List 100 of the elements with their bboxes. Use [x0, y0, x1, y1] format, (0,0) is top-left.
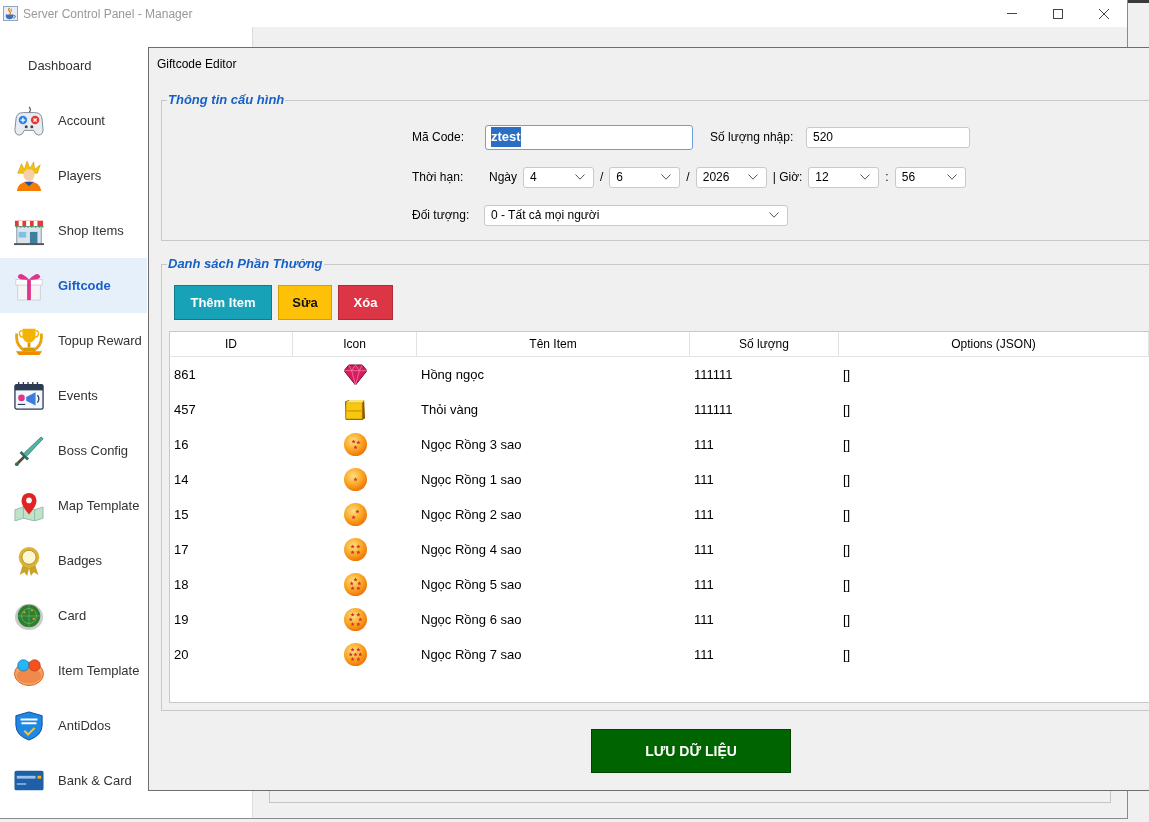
table-cell-text: 861 — [173, 365, 197, 384]
table-cell-text: Ngọc Rồng 1 sao — [420, 470, 523, 489]
date-select[interactable]: 6 — [609, 166, 681, 188]
date-select[interactable]: 56 — [894, 166, 966, 188]
sidebar-item[interactable]: Shop Items — [0, 203, 147, 258]
save-button[interactable]: LƯU DỮ LIỆU — [591, 729, 791, 773]
ingot-icon — [344, 398, 366, 421]
column-header[interactable]: Tên Item — [417, 332, 690, 356]
date-label: / — [686, 169, 690, 186]
chevron-down-icon — [946, 174, 957, 180]
sidebar-item[interactable]: Account — [0, 93, 147, 148]
chevron-down-icon — [769, 212, 779, 218]
date-label: : — [885, 169, 889, 186]
column-header[interactable]: Options (JSON) — [839, 332, 1149, 356]
dragon-ball-icon — [343, 433, 367, 456]
target-select[interactable]: 0 - Tất cả mọi người — [484, 204, 788, 226]
sidebar-item[interactable]: Card — [0, 588, 147, 643]
table-cell-text: Ngọc Rồng 4 sao — [420, 540, 523, 559]
window-title: Server Control Panel - Manager — [23, 5, 193, 23]
table-cell-text: 457 — [173, 400, 197, 419]
sidebar-item[interactable]: Item Template — [0, 643, 147, 698]
table-cell-text: Ngọc Rồng 6 sao — [420, 610, 523, 629]
field-label: Số lượng nhập: — [710, 129, 795, 146]
shield-icon — [14, 710, 44, 741]
table-cell-text: 19 — [173, 610, 190, 629]
table-cell-text: [] — [842, 505, 852, 524]
table-cell-text: 111111 — [693, 400, 734, 419]
sidebar-item[interactable]: Boss Config — [0, 423, 147, 478]
delete-button[interactable]: Xóa — [338, 285, 393, 320]
table-cell-text: [] — [842, 610, 852, 629]
edit-button[interactable]: Sửa — [278, 285, 332, 320]
table-cell-text: 14 — [173, 470, 190, 489]
dragon-ball-icon — [343, 643, 367, 666]
group-title: Thông tin cấu hình — [167, 92, 286, 108]
dragon-ball-icon — [343, 538, 367, 561]
sidebar-item[interactable]: Dashboard — [0, 38, 147, 93]
table-cell-text: Hồng ngọc — [420, 365, 485, 384]
chevron-down-icon — [575, 174, 585, 180]
field-label: Thời hạn: — [412, 169, 465, 186]
sword-icon — [14, 435, 44, 466]
table-cell-text: 15 — [173, 505, 190, 524]
chevron-down-icon — [747, 174, 758, 180]
field-label: Mã Code: — [412, 129, 466, 146]
column-header[interactable]: Icon — [293, 332, 417, 356]
person-icon — [14, 160, 44, 191]
table-cell-text: 18 — [173, 575, 190, 594]
date-label: Ngày — [489, 169, 517, 186]
date-select[interactable]: 4 — [523, 166, 594, 188]
table-cell-text: 111 — [693, 610, 715, 629]
date-select[interactable]: 2026 — [695, 166, 767, 188]
date-label: | Giờ: — [772, 169, 803, 186]
quantity-field[interactable]: 520 — [806, 126, 970, 148]
table-cell-text: 17 — [173, 540, 190, 559]
group-title: Danh sách Phần Thưởng — [167, 256, 324, 272]
table-cell-text: 111 — [693, 575, 715, 594]
table-cell-text: 111 — [693, 470, 715, 489]
close-icon — [1099, 8, 1109, 19]
date-select[interactable]: 12 — [808, 166, 880, 188]
table-cell-text: [] — [842, 400, 852, 419]
field-label: Đối tượng: — [412, 207, 471, 224]
table-cell-text: 16 — [173, 435, 190, 454]
sidebar-item[interactable]: AntiDdos — [0, 698, 147, 753]
table-cell-text: Ngọc Rồng 2 sao — [420, 505, 523, 524]
maximize-icon — [1053, 8, 1063, 19]
sidebar-item[interactable]: Badges — [0, 533, 147, 588]
table-cell-text: 111 — [693, 645, 715, 664]
table-cell-text: Ngọc Rồng 7 sao — [420, 645, 523, 664]
sidebar-item[interactable]: Events — [0, 368, 147, 423]
dragon-ball-icon — [343, 503, 367, 526]
credit-card-icon — [14, 770, 44, 791]
column-header[interactable]: ID — [170, 332, 293, 356]
gem-icon — [343, 364, 367, 385]
minimize-icon — [1007, 13, 1017, 14]
table-cell-text: 111111 — [693, 365, 734, 384]
dragon-ball-icon — [343, 608, 367, 631]
map-pin-icon — [14, 490, 44, 521]
chevron-down-icon — [661, 174, 672, 180]
column-header[interactable]: Số lượng — [690, 332, 839, 356]
table-cell-text: 111 — [693, 435, 715, 454]
dialog-title: Giftcode Editor — [157, 56, 237, 72]
code-field[interactable]: ztest — [485, 124, 693, 150]
sidebar-item[interactable]: Map Template — [0, 478, 147, 533]
table-cell-text: 20 — [173, 645, 190, 664]
sidebar-item[interactable]: Topup Reward — [0, 313, 147, 368]
table-cell-text: Thỏi vàng — [420, 400, 480, 419]
chevron-down-icon — [860, 174, 871, 180]
sidebar-item[interactable]: Players — [0, 148, 147, 203]
table-cell-text: [] — [842, 365, 852, 384]
sidebar-item[interactable]: Bank & Card — [0, 753, 147, 808]
sidebar-item[interactable]: Giftcode — [0, 258, 147, 313]
table-cell-text: [] — [842, 540, 852, 559]
table-cell-text: Ngọc Rồng 3 sao — [420, 435, 523, 454]
table-cell-text: 111 — [693, 540, 715, 559]
date-label: / — [600, 169, 604, 186]
table-cell-text: [] — [842, 470, 852, 489]
table-cell-text: Ngọc Rồng 5 sao — [420, 575, 523, 594]
dragon-ball-icon — [343, 468, 367, 491]
coffee-cup-icon — [3, 6, 18, 21]
table-cell-text: 111 — [693, 505, 715, 524]
dragon-ball-icon — [343, 573, 367, 596]
